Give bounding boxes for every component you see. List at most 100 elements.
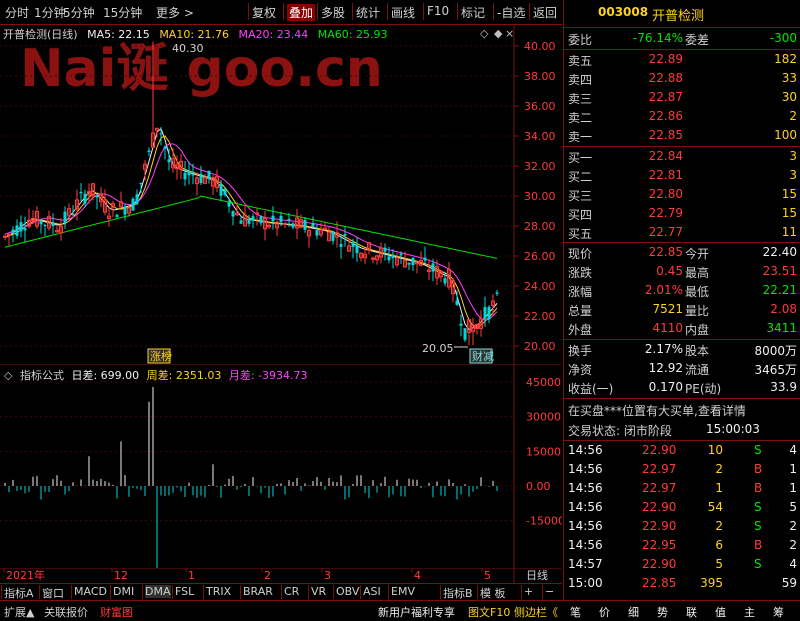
indicator-tick: 0.00: [526, 480, 551, 493]
side-tab-3[interactable]: 势: [657, 604, 668, 620]
kline-chart[interactable]: Nai诞 goo.cn 40.0038.0036.0034.0032.0030.…: [0, 24, 562, 364]
side-tab-4[interactable]: 联: [686, 604, 697, 620]
event-badge-right[interactable]: 财减: [472, 349, 494, 363]
price-tick: 40.00: [524, 40, 556, 53]
stat-row: 总量 7521 量比 2.08: [568, 302, 797, 318]
indicator-tab-3[interactable]: DMI: [113, 585, 134, 598]
indicator-toggle-icon[interactable]: ◇: [4, 369, 12, 382]
indicator-tab-4[interactable]: DMA: [145, 585, 171, 598]
buy-price: 22.77: [648, 225, 683, 239]
toolbar-period-4[interactable]: 更多 >: [156, 4, 194, 21]
tick-row: 14:56 22.95 6 B 2: [568, 538, 797, 552]
buy-level-4[interactable]: 买四 22.79 15: [564, 205, 800, 223]
side-tab-5[interactable]: 值: [715, 604, 726, 620]
sell-volume: 100: [774, 128, 797, 142]
indicator-tab-11[interactable]: ASI: [363, 585, 381, 598]
price-tick: 22.00: [524, 310, 556, 323]
toolbar-action-5[interactable]: F10: [427, 4, 449, 18]
chart-toolbar: 分时 1分钟 5分钟 15分钟 更多 > 复权 叠加 多股 统计 画线 F10 标记 -自选 返回: [0, 0, 562, 25]
buy-level-5[interactable]: 买五 22.77 11: [564, 224, 800, 242]
status-left-2[interactable]: 财富图: [100, 604, 133, 620]
sell-level-4[interactable]: 卖二 22.86 2: [564, 108, 800, 126]
big-order-notice[interactable]: 在买盘***位置有大买单,查看详情: [568, 402, 746, 419]
indicator-tab-9[interactable]: VR: [311, 585, 326, 598]
indicator-tab-2[interactable]: MACD: [74, 585, 107, 598]
toolbar-action-1[interactable]: 叠加: [287, 4, 316, 21]
stat2-row: 净资 12.92 流通 3465万: [568, 361, 797, 377]
tick-row: 14:57 22.90 5 S 4: [568, 557, 797, 571]
toolbar-action-8[interactable]: 返回: [533, 4, 557, 21]
status-right-1[interactable]: 图文F10: [468, 604, 510, 620]
toolbar-period-0[interactable]: 分时: [5, 4, 29, 21]
chart-mini-icons[interactable]: ◇ ◆ ×: [480, 27, 514, 40]
stat-value: 23.51: [762, 264, 797, 278]
stat-row: 涨跌 0.45 最高 23.51: [568, 264, 797, 280]
sell-volume: 33: [781, 71, 797, 85]
status-left-1[interactable]: 关联报价: [44, 604, 88, 620]
indicator-tab-13[interactable]: 指标B: [443, 585, 473, 601]
indicator-tab-12[interactable]: EMV: [391, 585, 415, 598]
side-tab-0[interactable]: 笔: [570, 604, 581, 620]
sell-level-2[interactable]: 卖四 22.88 33: [564, 70, 800, 88]
sell-volume: 182: [774, 52, 797, 66]
toolbar-period-3[interactable]: 15分钟: [103, 4, 142, 21]
toolbar-action-0[interactable]: 复权: [252, 4, 276, 21]
sell-level-5[interactable]: 卖一 22.85 100: [564, 127, 800, 145]
tick-row: 14:56 22.97 1 B 1: [568, 481, 797, 495]
stat-value: 2.08: [770, 302, 797, 316]
quote-panel: 003008 开普检测 委比 -76.14% 委差 -300 卖五 22.89 18…: [563, 0, 800, 600]
buy-price: 22.79: [648, 206, 683, 220]
stock-header: 003008 开普检测: [564, 4, 800, 24]
status-right-2[interactable]: 侧边栏《: [514, 604, 558, 620]
svg-text:◇: ◇: [480, 27, 489, 40]
indicator-tab-10[interactable]: OBV: [336, 585, 359, 598]
toolbar-action-7[interactable]: -自选: [497, 4, 525, 21]
sell-level-3[interactable]: 卖三 22.87 30: [564, 89, 800, 107]
status-right-0[interactable]: 新用户福利专享: [378, 604, 455, 620]
low-price-label: 20.05: [422, 342, 454, 355]
side-tab-2[interactable]: 细: [628, 604, 639, 620]
toolbar-action-6[interactable]: 标记: [461, 4, 485, 21]
indicator-name[interactable]: 指标公式: [20, 369, 64, 382]
side-tab-7[interactable]: 筹: [773, 604, 784, 620]
tick-row: 14:56 22.90 54 S 5: [568, 500, 797, 514]
date-tick: 1: [188, 569, 195, 582]
indicator-chart[interactable]: 45000 30000 15000 0.00 -15000: [0, 364, 562, 568]
indicator-tab-1[interactable]: 窗口: [42, 585, 64, 601]
buy-volume: 15: [781, 187, 797, 201]
order-ratio: -76.14%: [632, 31, 683, 45]
indicator-tab-14[interactable]: 模 板: [480, 585, 506, 601]
indicator-tab-5[interactable]: FSL: [175, 585, 194, 598]
stat2-row: 换手 2.17% 股本 8000万: [568, 342, 797, 358]
notice-row[interactable]: 在买盘***位置有大买单,查看详情: [564, 401, 800, 419]
date-tick: 5: [484, 569, 491, 582]
indicator-month-diff: 月差: -3934.73: [228, 369, 308, 382]
buy-price: 22.80: [648, 187, 683, 201]
sell-level-1[interactable]: 卖五 22.89 182: [564, 51, 800, 69]
buy-level-1[interactable]: 买一 22.84 3: [564, 148, 800, 166]
event-badge-left[interactable]: 涨榜: [150, 349, 172, 363]
indicator-axis: 45000 30000 15000 0.00 -15000: [0, 376, 562, 528]
toolbar-action-2[interactable]: 多股: [321, 4, 345, 21]
side-tab-6[interactable]: 主: [744, 604, 755, 620]
status-bar: 扩展▲ 关联报价 财富图 新用户福利专享 图文F10 侧边栏《笔 价 细 势 联 值 主 筹: [0, 600, 800, 621]
indicator-tab-7[interactable]: BRAR: [243, 585, 273, 598]
indicator-tab-6[interactable]: TRIX: [206, 585, 231, 598]
stat-value: 22.40: [762, 245, 797, 259]
indicator-tab-8[interactable]: CR: [284, 585, 299, 598]
indicator-tab-16[interactable]: −: [545, 585, 554, 598]
toolbar-action-3[interactable]: 统计: [356, 4, 380, 21]
indicator-tab-15[interactable]: +: [524, 585, 533, 598]
sell-price: 22.89: [648, 52, 683, 66]
toolbar-action-4[interactable]: 画线: [391, 4, 415, 21]
buy-level-2[interactable]: 买二 22.81 3: [564, 167, 800, 185]
indicator-tab-0[interactable]: 指标A: [4, 585, 34, 601]
sell-price: 22.86: [648, 109, 683, 123]
side-tab-1[interactable]: 价: [599, 604, 610, 620]
period-label[interactable]: 日线: [526, 568, 548, 582]
indicator-tick: 15000: [526, 445, 561, 458]
toolbar-period-2[interactable]: 5分钟: [63, 4, 95, 21]
buy-level-3[interactable]: 买三 22.80 15: [564, 186, 800, 204]
status-left-0[interactable]: 扩展▲: [4, 604, 34, 620]
toolbar-period-1[interactable]: 1分钟: [34, 4, 66, 21]
